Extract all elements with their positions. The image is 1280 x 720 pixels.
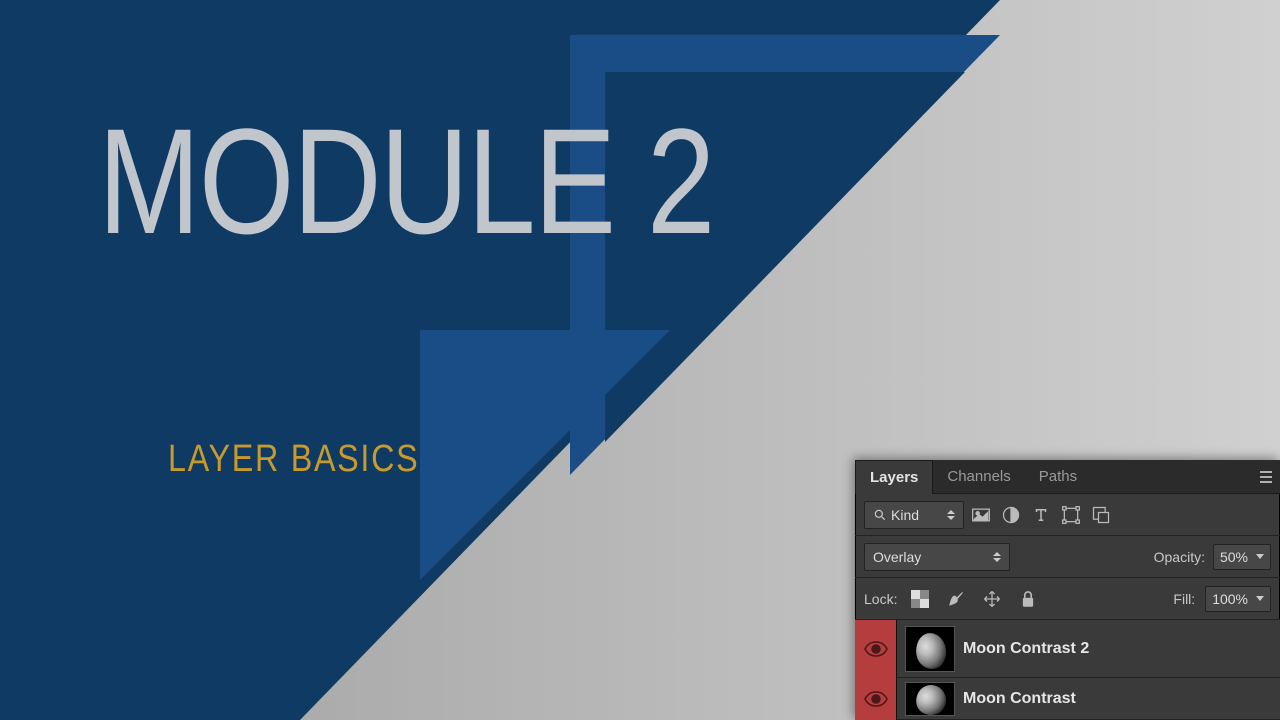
lock-position-icon[interactable] bbox=[979, 586, 1005, 612]
filter-kind-label: Kind bbox=[891, 507, 919, 523]
blend-opacity-row: Overlay Opacity: 50% bbox=[855, 536, 1280, 578]
slide-title: MODULE 2 bbox=[98, 95, 714, 268]
layer-name[interactable]: Moon Contrast bbox=[963, 690, 1076, 708]
search-icon bbox=[873, 508, 887, 522]
filter-type-icon[interactable] bbox=[1028, 502, 1054, 528]
tab-paths[interactable]: Paths bbox=[1025, 460, 1091, 494]
fill-label: Fill: bbox=[1173, 591, 1195, 607]
slide-subtitle: LAYER BASICS bbox=[168, 438, 419, 481]
fill-input[interactable]: 100% bbox=[1205, 586, 1271, 612]
panel-menu-button[interactable] bbox=[1258, 460, 1280, 494]
tab-layers[interactable]: Layers bbox=[855, 460, 933, 494]
layer-row[interactable]: Moon Contrast bbox=[855, 678, 1280, 720]
filter-pixel-icon[interactable] bbox=[968, 502, 994, 528]
eye-icon bbox=[864, 691, 888, 707]
layers-panel: Layers Channels Paths Kind bbox=[855, 460, 1280, 720]
filter-smartobject-icon[interactable] bbox=[1088, 502, 1114, 528]
panel-tabs: Layers Channels Paths bbox=[855, 460, 1280, 494]
visibility-toggle[interactable] bbox=[855, 678, 897, 720]
opacity-input[interactable]: 50% bbox=[1213, 544, 1271, 570]
filter-shape-icon[interactable] bbox=[1058, 502, 1084, 528]
lock-all-icon[interactable] bbox=[1015, 586, 1041, 612]
lock-image-icon[interactable] bbox=[943, 586, 969, 612]
tab-channels[interactable]: Channels bbox=[933, 460, 1024, 494]
layer-thumbnail[interactable] bbox=[905, 682, 955, 716]
blend-mode-value: Overlay bbox=[873, 549, 921, 565]
lock-label: Lock: bbox=[864, 591, 897, 607]
filter-adjustment-icon[interactable] bbox=[998, 502, 1024, 528]
layer-list: Moon Contrast 2 Moon Contrast bbox=[855, 620, 1280, 720]
fill-value: 100% bbox=[1212, 591, 1248, 607]
filter-row: Kind bbox=[855, 494, 1280, 536]
lock-transparency-icon[interactable] bbox=[907, 586, 933, 612]
blend-mode-select[interactable]: Overlay bbox=[864, 543, 1010, 571]
lock-fill-row: Lock: Fill: 100% bbox=[855, 578, 1280, 620]
filter-kind-select[interactable]: Kind bbox=[864, 501, 964, 529]
slide-stage: MODULE 2 LAYER BASICS Layers Channels Pa… bbox=[0, 0, 1280, 720]
opacity-value: 50% bbox=[1220, 549, 1248, 565]
visibility-toggle[interactable] bbox=[855, 620, 897, 678]
layer-name[interactable]: Moon Contrast 2 bbox=[963, 640, 1089, 658]
layer-thumbnail[interactable] bbox=[905, 626, 955, 672]
eye-icon bbox=[864, 641, 888, 657]
opacity-label: Opacity: bbox=[1154, 549, 1205, 565]
bg-rect-small bbox=[420, 330, 670, 580]
layer-row[interactable]: Moon Contrast 2 bbox=[855, 620, 1280, 678]
